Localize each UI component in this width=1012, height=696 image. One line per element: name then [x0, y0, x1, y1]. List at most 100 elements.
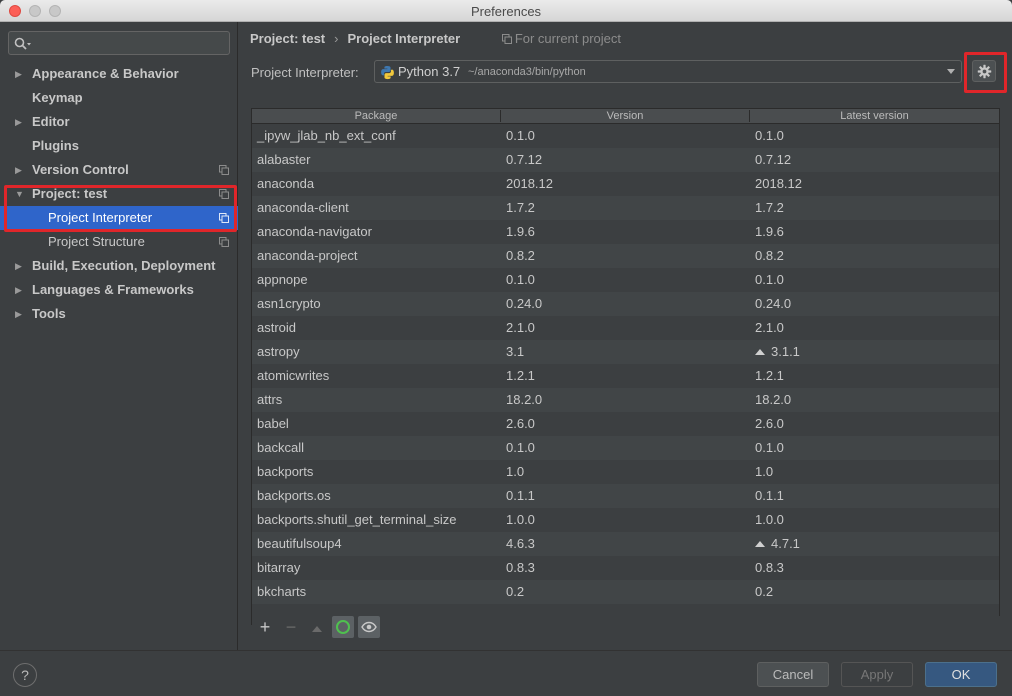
package-version: 0.1.0 — [506, 272, 535, 287]
package-version: 0.7.12 — [506, 152, 543, 167]
table-row[interactable]: astropy 3.1 3.1.1 — [252, 340, 999, 364]
package-latest-version: 0.1.0 — [755, 272, 784, 287]
table-row[interactable]: _ipyw_jlab_nb_ext_conf 0.1.0 0.1.0 — [252, 124, 999, 148]
package-latest-version: 1.9.6 — [755, 224, 784, 239]
sidebar-item[interactable]: ▶ Editor — [0, 110, 238, 134]
package-name: alabaster — [257, 152, 311, 167]
copy-icon — [501, 34, 512, 44]
package-version: 0.24.0 — [506, 296, 543, 311]
chevron-right-icon[interactable]: ▶ — [15, 62, 25, 86]
table-row[interactable]: attrs 18.2.0 18.2.0 — [252, 388, 999, 412]
breadcrumb-project[interactable]: Project: test — [250, 31, 325, 46]
table-row[interactable]: backports.shutil_get_terminal_size 1.0.0 1… — [252, 508, 999, 532]
sidebar-item[interactable]: Keymap — [0, 86, 238, 110]
package-name: beautifulsoup4 — [257, 536, 342, 551]
table-row[interactable]: anaconda 2018.12 2018.12 — [252, 172, 999, 196]
add-package-button[interactable]: + — [254, 616, 276, 638]
table-row[interactable]: backcall 0.1.0 0.1.0 — [252, 436, 999, 460]
table-row[interactable]: bitarray 0.8.3 0.8.3 — [252, 556, 999, 580]
sidebar-item[interactable]: ▼ Project: test — [0, 182, 238, 206]
sidebar-item[interactable]: ▶ Version Control — [0, 158, 238, 182]
package-name: backports.shutil_get_terminal_size — [257, 512, 457, 527]
package-name: backcall — [257, 440, 304, 455]
upgrade-available-icon — [755, 541, 765, 547]
main-panel: Project: test › Project Interpreter For cu… — [239, 22, 1012, 650]
table-row[interactable]: bkcharts 0.2 0.2 — [252, 580, 999, 604]
sidebar-item[interactable]: ▶ Appearance & Behavior — [0, 62, 238, 86]
package-version: 1.2.1 — [506, 368, 535, 383]
sidebar-item[interactable]: ▶ Build, Execution, Deployment — [0, 254, 238, 278]
table-row[interactable]: backports.os 0.1.1 0.1.1 — [252, 484, 999, 508]
sidebar-item-label: Editor — [32, 114, 70, 129]
package-version: 1.0 — [506, 464, 525, 479]
search-icon — [14, 37, 31, 50]
package-latest-version: 2.6.0 — [755, 416, 784, 431]
package-latest-version: 0.24.0 — [755, 296, 792, 311]
show-early-releases-button[interactable] — [358, 616, 380, 638]
chevron-right-icon[interactable]: ▶ — [15, 158, 25, 182]
scope-label: For current project — [501, 31, 621, 46]
sidebar-item-label: Tools — [32, 306, 66, 321]
package-version: 0.8.3 — [506, 560, 535, 575]
packages-table: Package Version Latest version _ipyw_jla… — [251, 108, 1000, 625]
package-version: 0.2 — [506, 584, 525, 599]
interpreter-dropdown[interactable]: Python 3.7 ~/anaconda3/bin/python — [374, 60, 962, 83]
apply-button[interactable]: Apply — [841, 662, 913, 687]
package-latest-version: 0.2 — [755, 584, 774, 599]
table-row[interactable]: anaconda-navigator 1.9.6 1.9.6 — [252, 220, 999, 244]
package-latest-version: 0.7.12 — [755, 152, 792, 167]
chevron-right-icon[interactable]: ▶ — [15, 254, 25, 278]
sidebar-item[interactable]: ▶ Tools — [0, 302, 238, 326]
package-name: babel — [257, 416, 289, 431]
sidebar-item[interactable]: ▶ Languages & Frameworks — [0, 278, 238, 302]
copy-icon — [219, 237, 229, 247]
triangle-up-icon — [312, 626, 322, 632]
package-version: 0.1.0 — [506, 440, 535, 455]
table-row[interactable]: appnope 0.1.0 0.1.0 — [252, 268, 999, 292]
chevron-down-icon — [947, 69, 955, 74]
table-row[interactable]: alabaster 0.7.12 0.7.12 — [252, 148, 999, 172]
package-name: _ipyw_jlab_nb_ext_conf — [257, 128, 396, 143]
table-row[interactable]: babel 2.6.0 2.6.0 — [252, 412, 999, 436]
package-latest-version: 2.1.0 — [755, 320, 784, 335]
table-header: Package Version Latest version — [252, 109, 999, 124]
package-name: anaconda — [257, 176, 315, 191]
table-row[interactable]: anaconda-project 0.8.2 0.8.2 — [252, 244, 999, 268]
package-name: bkcharts — [257, 584, 307, 599]
loading-button[interactable] — [332, 616, 354, 638]
sidebar-item[interactable]: Project Interpreter — [0, 206, 238, 230]
table-row[interactable]: atomicwrites 1.2.1 1.2.1 — [252, 364, 999, 388]
column-header-latest-version[interactable]: Latest version — [750, 110, 999, 122]
table-row[interactable]: asn1crypto 0.24.0 0.24.0 — [252, 292, 999, 316]
chevron-right-icon[interactable]: ▶ — [15, 278, 25, 302]
package-version: 2018.12 — [506, 176, 553, 191]
sidebar-item[interactable]: Plugins — [0, 134, 238, 158]
sidebar-item-label: Version Control — [32, 162, 129, 177]
table-row[interactable]: backports 1.0 1.0 — [252, 460, 999, 484]
table-toolbar: + − — [252, 616, 1000, 638]
package-name: appnope — [257, 272, 308, 287]
column-header-version[interactable]: Version — [501, 110, 750, 122]
remove-package-button[interactable]: − — [280, 616, 302, 638]
table-row[interactable]: astroid 2.1.0 2.1.0 — [252, 316, 999, 340]
interpreter-settings-button[interactable] — [972, 60, 996, 82]
settings-search-input[interactable] — [8, 31, 230, 55]
chevron-down-icon[interactable]: ▼ — [15, 182, 25, 206]
table-row[interactable]: beautifulsoup4 4.6.3 4.7.1 — [252, 532, 999, 556]
breadcrumb-page: Project Interpreter — [347, 31, 461, 46]
window-title: Preferences — [470, 4, 542, 19]
cancel-button[interactable]: Cancel — [757, 662, 829, 687]
help-button[interactable]: ? — [13, 663, 37, 687]
package-latest-version: 1.2.1 — [755, 368, 784, 383]
package-name: astropy — [257, 344, 300, 359]
table-row[interactable]: anaconda-client 1.7.2 1.7.2 — [252, 196, 999, 220]
interpreter-name: Python 3.7 — [398, 64, 461, 79]
upgrade-package-button[interactable] — [306, 616, 328, 638]
ok-button[interactable]: OK — [925, 662, 997, 687]
package-latest-version: 1.7.2 — [755, 200, 784, 215]
sidebar-item[interactable]: Project Structure — [0, 230, 238, 254]
chevron-right-icon[interactable]: ▶ — [15, 302, 25, 326]
column-header-package[interactable]: Package — [252, 110, 501, 122]
chevron-right-icon[interactable]: ▶ — [15, 110, 25, 134]
package-latest-version: 0.1.0 — [755, 440, 784, 455]
